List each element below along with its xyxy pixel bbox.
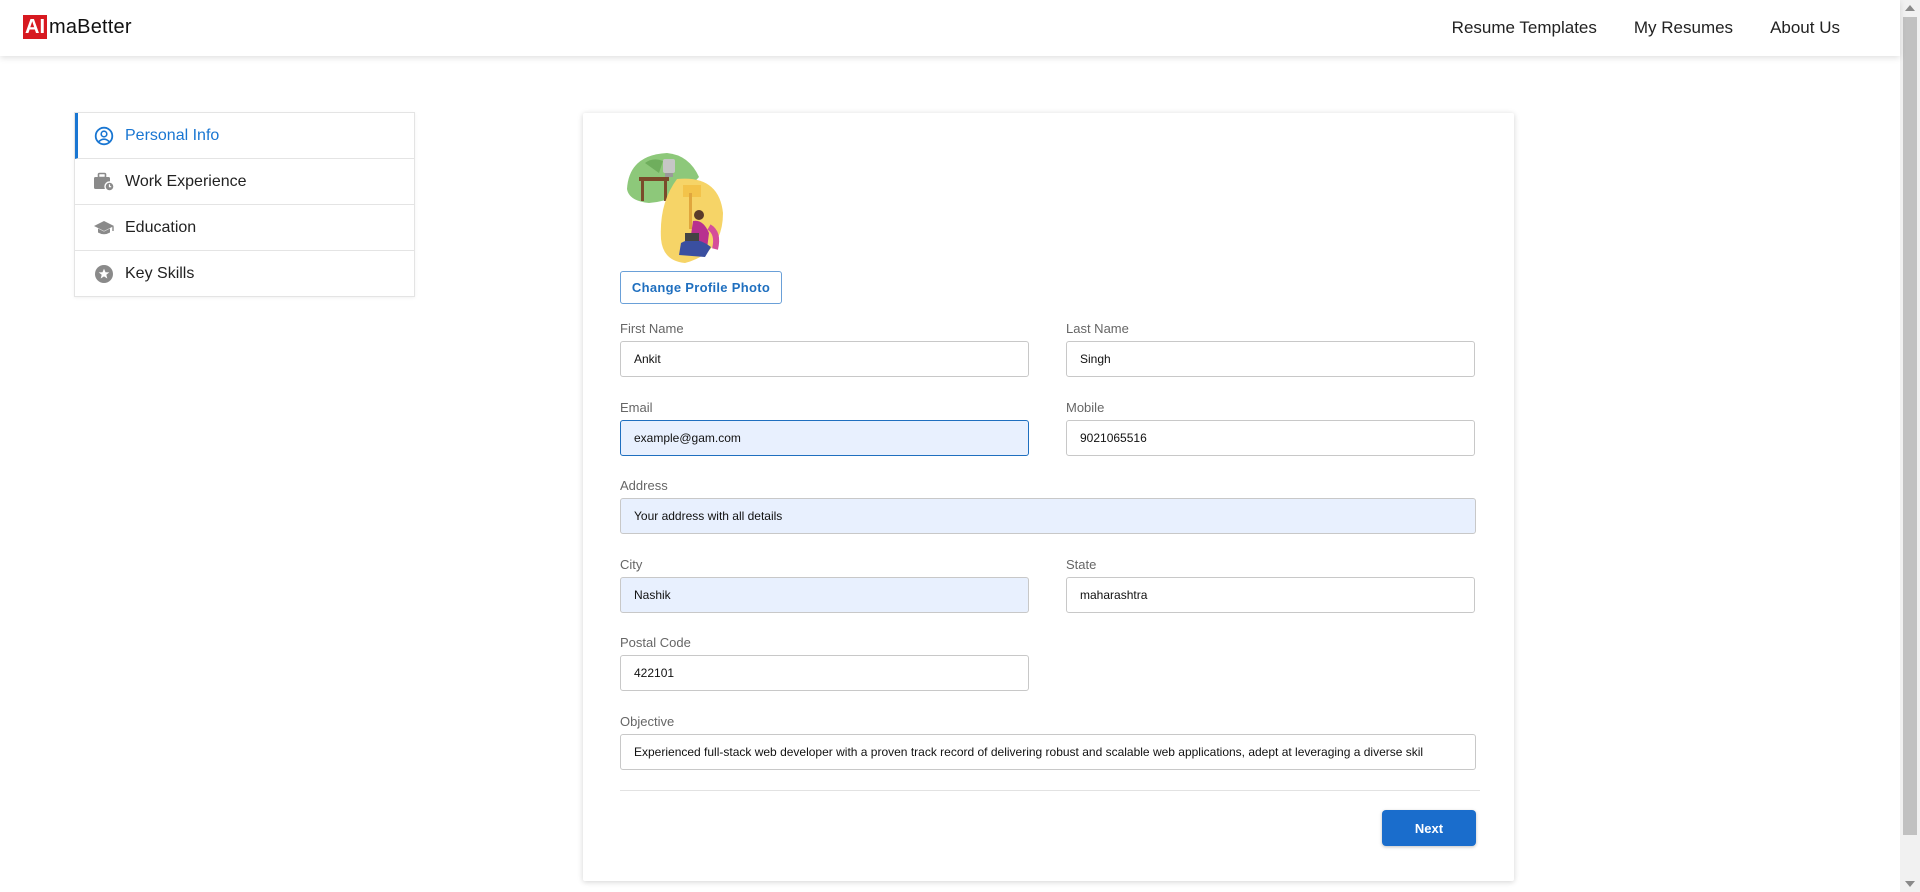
email-label: Email [620,400,653,415]
mobile-label: Mobile [1066,400,1105,415]
logo-mark: AI [23,15,47,39]
brand-logo[interactable]: AI maBetter [23,14,132,40]
first-name-input[interactable] [620,341,1029,377]
sidebar-item-key-skills[interactable]: Key Skills [75,251,414,296]
scroll-thumb[interactable] [1903,17,1917,835]
logo-text: maBetter [49,15,132,38]
sidebar-item-education[interactable]: Education [75,205,414,251]
page-scrollbar[interactable] [1900,0,1920,892]
nav-my-resumes[interactable]: My Resumes [1634,18,1733,38]
scroll-up-arrow-icon[interactable] [1905,5,1915,11]
objective-label: Objective [620,714,675,729]
main-nav: Resume Templates My Resumes About Us [1415,0,1840,56]
objective-input[interactable] [620,734,1476,770]
form-divider [620,790,1480,791]
city-input[interactable] [620,577,1029,613]
sidebar-item-label: Education [125,218,197,236]
sidebar-item-work-experience[interactable]: Work Experience [75,159,414,205]
email-field[interactable] [620,420,1029,456]
star-icon [93,263,115,285]
mobile-input[interactable] [1066,420,1475,456]
postal-code-input[interactable] [620,655,1029,691]
sidebar-item-label: Personal Info [125,126,220,144]
first-name-label: First Name [620,321,684,336]
scroll-down-arrow-icon[interactable] [1905,881,1915,887]
graduation-cap-icon [93,217,115,239]
user-circle-icon [93,125,115,147]
address-label: Address [620,478,668,493]
personal-info-card: Change Profile Photo First Name Last Nam… [583,113,1514,881]
nav-about-us[interactable]: About Us [1770,18,1840,38]
section-sidebar: Personal Info Work Experience Education [74,112,415,297]
address-input[interactable] [620,498,1476,534]
sidebar-item-label: Work Experience [125,172,247,190]
top-navbar: AI maBetter Resume Templates My Resumes … [0,0,1900,56]
city-label: City [620,557,643,572]
last-name-input[interactable] [1066,341,1475,377]
state-input[interactable] [1066,577,1475,613]
postal-code-label: Postal Code [620,635,691,650]
sidebar-item-label: Key Skills [125,264,195,282]
briefcase-icon [93,171,115,193]
next-button[interactable]: Next [1382,810,1476,846]
profile-photo [619,149,737,267]
nav-resume-templates[interactable]: Resume Templates [1452,18,1597,38]
state-label: State [1066,557,1097,572]
last-name-label: Last Name [1066,321,1129,336]
sidebar-item-personal-info[interactable]: Personal Info [75,113,414,159]
change-profile-photo-button[interactable]: Change Profile Photo [620,271,782,304]
